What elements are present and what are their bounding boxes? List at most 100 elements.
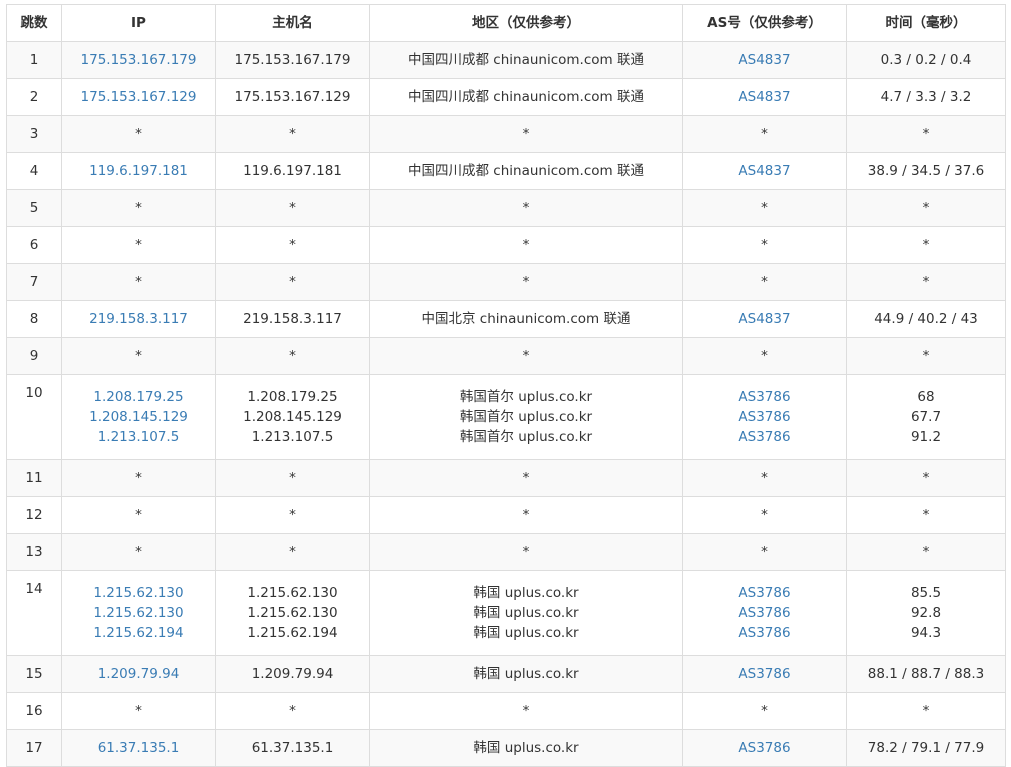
as-link[interactable]: AS4837: [687, 87, 842, 107]
time-cell: *: [846, 337, 1006, 375]
as-link[interactable]: AS4837: [687, 161, 842, 181]
hop-cell: 3: [6, 115, 62, 153]
as-link[interactable]: AS3786: [687, 387, 842, 407]
region-cell: *: [369, 115, 683, 153]
hop-cell: 16: [6, 692, 62, 730]
hostname-text: *: [289, 348, 296, 364]
hop-cell: 6: [6, 226, 62, 264]
region-text: 中国四川成都 chinaunicom.com 联通: [408, 163, 644, 179]
as-cell: *: [682, 692, 847, 730]
ip-link[interactable]: 1.213.107.5: [66, 427, 211, 447]
region-text: *: [522, 348, 530, 364]
hostname-cell: *: [215, 496, 370, 534]
hostname-cell: *: [215, 533, 370, 571]
as-cell: *: [682, 263, 847, 301]
as-text: *: [761, 348, 768, 364]
as-cell: AS4837: [682, 300, 847, 338]
region-text: 韩国 uplus.co.kr: [473, 605, 579, 621]
ip-link[interactable]: 61.37.135.1: [66, 738, 211, 758]
region-cell: 中国四川成都 chinaunicom.com 联通: [369, 78, 683, 116]
time-cell: 4.7 / 3.3 / 3.2: [846, 78, 1006, 116]
hop-cell: 8: [6, 300, 62, 338]
ip-link[interactable]: 1.215.62.194: [66, 623, 211, 643]
hop-cell: 17: [6, 729, 62, 767]
as-cell: *: [682, 115, 847, 153]
ip-text: *: [135, 507, 142, 523]
ip-link[interactable]: 119.6.197.181: [66, 161, 211, 181]
hostname-cell: 1.208.179.25 1.208.145.129 1.213.107.5: [215, 374, 370, 460]
time-text: *: [922, 237, 930, 253]
time-text: *: [922, 126, 930, 142]
ip-text: *: [135, 544, 142, 560]
ip-cell: *: [61, 115, 216, 153]
table-row: 9 * * * * *: [6, 337, 1006, 375]
as-text: *: [761, 274, 768, 290]
ip-link[interactable]: 1.215.62.130: [66, 583, 211, 603]
ip-cell: 1.215.62.130 1.215.62.130 1.215.62.194: [61, 570, 216, 656]
region-cell: 中国四川成都 chinaunicom.com 联通: [369, 152, 683, 190]
time-text: 38.9 / 34.5 / 37.6: [867, 163, 985, 179]
time-cell: *: [846, 692, 1006, 730]
ip-text: *: [135, 703, 142, 719]
region-cell: *: [369, 496, 683, 534]
region-text: *: [522, 126, 530, 142]
as-cell: *: [682, 226, 847, 264]
region-cell: 韩国首尔 uplus.co.kr 韩国首尔 uplus.co.kr 韩国首尔 upl…: [369, 374, 683, 460]
time-text: *: [922, 348, 930, 364]
region-cell: 韩国 uplus.co.kr: [369, 655, 683, 693]
as-link[interactable]: AS4837: [687, 309, 842, 329]
time-cell: *: [846, 459, 1006, 497]
as-link[interactable]: AS3786: [687, 427, 842, 447]
table-row: 12 * * * * *: [6, 496, 1006, 534]
hostname-text: 61.37.135.1: [251, 740, 334, 756]
time-cell: *: [846, 533, 1006, 571]
region-text: *: [522, 507, 530, 523]
hop-cell: 2: [6, 78, 62, 116]
hostname-text: 219.158.3.117: [243, 311, 342, 327]
ip-link[interactable]: 1.209.79.94: [66, 664, 211, 684]
time-text: 91.2: [910, 429, 942, 445]
header-time: 时间（毫秒）: [846, 4, 1006, 42]
as-link[interactable]: AS3786: [687, 623, 842, 643]
as-link[interactable]: AS3786: [687, 407, 842, 427]
time-text: *: [922, 200, 930, 216]
ip-link[interactable]: 1.208.145.129: [66, 407, 211, 427]
ip-cell: 219.158.3.117: [61, 300, 216, 338]
ip-link[interactable]: 1.215.62.130: [66, 603, 211, 623]
hostname-text: 1.213.107.5: [251, 429, 334, 445]
ip-cell: 1.208.179.25 1.208.145.129 1.213.107.5: [61, 374, 216, 460]
time-cell: *: [846, 496, 1006, 534]
region-text: 韩国 uplus.co.kr: [473, 666, 579, 682]
as-link[interactable]: AS3786: [687, 664, 842, 684]
hostname-cell: 175.153.167.179: [215, 41, 370, 79]
time-cell: 0.3 / 0.2 / 0.4: [846, 41, 1006, 79]
table-row: 15 1.209.79.94 1.209.79.94 韩国 uplus.co.kr AS…: [6, 655, 1006, 693]
ip-link[interactable]: 175.153.167.129: [66, 87, 211, 107]
as-link[interactable]: AS3786: [687, 738, 842, 758]
region-cell: *: [369, 263, 683, 301]
ip-link[interactable]: 175.153.167.179: [66, 50, 211, 70]
ip-link[interactable]: 1.208.179.25: [66, 387, 211, 407]
region-text: *: [522, 200, 530, 216]
as-link[interactable]: AS3786: [687, 603, 842, 623]
as-cell: *: [682, 459, 847, 497]
region-cell: *: [369, 533, 683, 571]
as-text: *: [761, 703, 768, 719]
hostname-text: 1.215.62.194: [247, 625, 338, 641]
as-link[interactable]: AS4837: [687, 50, 842, 70]
time-cell: 78.2 / 79.1 / 77.9: [846, 729, 1006, 767]
time-text: 94.3: [910, 625, 942, 641]
as-text: *: [761, 544, 768, 560]
region-text: 韩国 uplus.co.kr: [473, 740, 579, 756]
ip-cell: *: [61, 263, 216, 301]
ip-cell: 119.6.197.181: [61, 152, 216, 190]
ip-cell: *: [61, 226, 216, 264]
ip-text: *: [135, 126, 142, 142]
ip-cell: *: [61, 337, 216, 375]
hostname-cell: *: [215, 337, 370, 375]
region-cell: *: [369, 692, 683, 730]
table-body: 1 175.153.167.179 175.153.167.179 中国四川成都 ch…: [6, 41, 1006, 767]
ip-link[interactable]: 219.158.3.117: [66, 309, 211, 329]
hostname-text: *: [289, 274, 296, 290]
as-link[interactable]: AS3786: [687, 583, 842, 603]
